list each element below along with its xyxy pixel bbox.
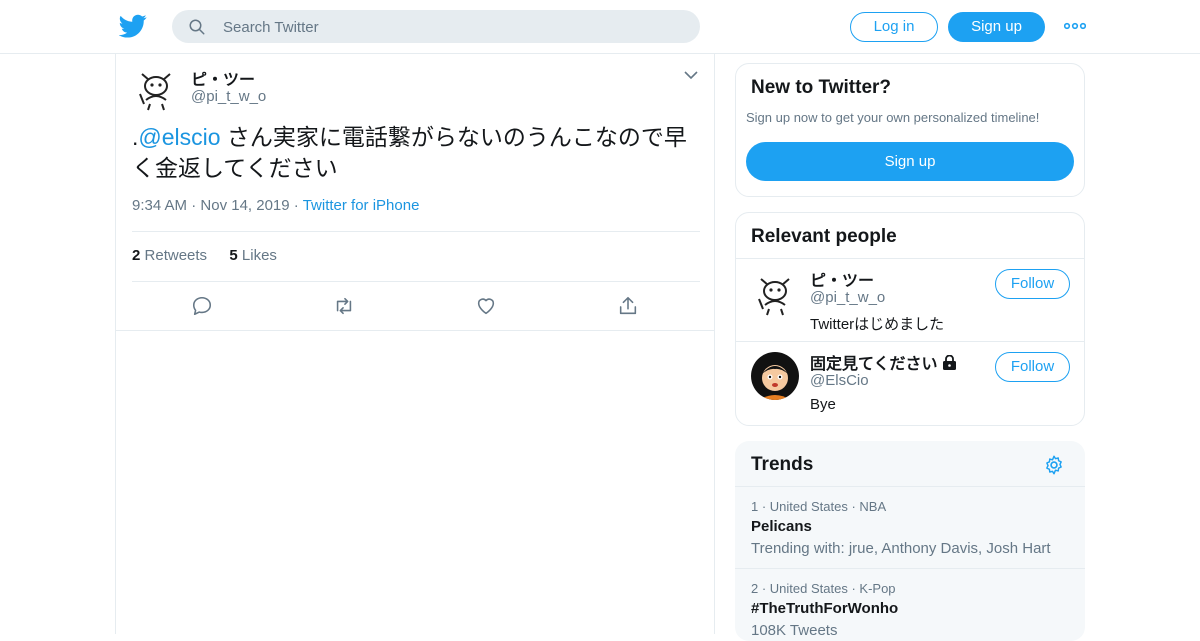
- login-button[interactable]: Log in: [850, 12, 938, 42]
- divider: [132, 231, 700, 232]
- more-dots-icon[interactable]: [1064, 18, 1086, 34]
- person-name-text: 固定見てください: [810, 356, 938, 373]
- meta-separator: ·: [293, 197, 303, 214]
- trend-name[interactable]: #TheTruthForWonho: [751, 600, 898, 617]
- trend-location: United States: [769, 499, 848, 514]
- card-title: Relevant people: [751, 226, 897, 247]
- avatar[interactable]: [751, 269, 799, 317]
- search-icon: [189, 19, 205, 35]
- avatar[interactable]: [751, 352, 799, 400]
- tweet-time[interactable]: 9:34 AM: [132, 197, 187, 214]
- follow-button[interactable]: Follow: [995, 269, 1070, 299]
- gear-icon[interactable]: [1043, 454, 1065, 476]
- tweet-stats: 2 Retweets 5 Likes: [132, 247, 277, 264]
- trend-item[interactable]: 2 · United States · K-Pop #TheTruthForWo…: [735, 568, 1085, 641]
- avatar[interactable]: [132, 64, 180, 112]
- like-label: Likes: [241, 247, 277, 264]
- tweet-meta: 9:34 AM · Nov 14, 2019 · Twitter for iPh…: [132, 197, 419, 214]
- trend-name[interactable]: Pelicans: [751, 518, 812, 535]
- heart-icon[interactable]: [475, 295, 497, 317]
- card-title: New to Twitter?: [751, 77, 892, 98]
- like-count: 5: [229, 247, 238, 264]
- person-name[interactable]: ピ・ツー: [810, 267, 874, 291]
- tweet-date[interactable]: Nov 14, 2019: [200, 197, 289, 214]
- person-name[interactable]: 固定見てください: [810, 350, 957, 374]
- reply-icon[interactable]: [191, 295, 213, 317]
- person-bio: Twitterはじめました: [810, 316, 945, 333]
- divider: [116, 330, 714, 331]
- trend-item[interactable]: 1 · United States · NBA Pelicans Trendin…: [735, 486, 1085, 568]
- tweet-author-name[interactable]: ピ・ツー: [191, 66, 255, 90]
- person-bio: Bye: [810, 396, 836, 413]
- trend-description: 108K Tweets: [751, 622, 838, 639]
- tweet-text: .@elscio さん実家に電話繋がらないのうんこなので早く金返してください: [132, 122, 702, 184]
- divider: [132, 281, 700, 282]
- meta-separator: ·: [191, 197, 201, 214]
- trends-card: Trends 1 · United States · NBA Pelicans …: [735, 441, 1085, 641]
- card-subtitle: Sign up now to get your own personalized…: [746, 110, 1040, 125]
- cartoon-avatar-icon: [751, 352, 799, 400]
- top-bar: Search Twitter Log in Sign up: [0, 0, 1200, 54]
- trend-category: NBA: [859, 499, 887, 514]
- trend-category: K-Pop: [859, 581, 896, 596]
- retweet-count: 2: [132, 247, 141, 264]
- like-stat[interactable]: 5 Likes: [229, 247, 277, 264]
- retweet-label: Retweets: [144, 247, 208, 264]
- trend-meta: 1 · United States · NBA: [751, 499, 887, 514]
- search-placeholder[interactable]: Search Twitter: [223, 19, 319, 36]
- lock-icon: [942, 354, 956, 370]
- relevant-people-card: Relevant people ピ・ツー @pi_t_w_o Twitterはじ…: [735, 212, 1085, 426]
- mention-link[interactable]: @elscio: [138, 124, 220, 150]
- trend-description: Trending with: jrue, Anthony Davis, Josh…: [751, 540, 1051, 557]
- trend-meta: 2 · United States · K-Pop: [751, 581, 896, 596]
- doodle-avatar-icon: [751, 269, 799, 317]
- trend-rank: 1: [751, 499, 759, 514]
- person-item[interactable]: ピ・ツー @pi_t_w_o Twitterはじめました Follow: [736, 258, 1084, 342]
- person-handle[interactable]: @pi_t_w_o: [810, 289, 885, 306]
- doodle-avatar-icon: [132, 64, 180, 112]
- person-item[interactable]: 固定見てください @ElsCio Bye Follow: [736, 341, 1084, 425]
- share-icon[interactable]: [617, 295, 639, 317]
- twitter-bird-icon[interactable]: [119, 12, 147, 40]
- trend-rank: 2: [751, 581, 759, 596]
- tweet-author-handle[interactable]: @pi_t_w_o: [191, 88, 266, 105]
- chevron-down-icon[interactable]: [684, 70, 698, 80]
- sidebar-signup-button[interactable]: Sign up: [746, 142, 1074, 181]
- person-handle[interactable]: @ElsCio: [810, 372, 869, 389]
- tweet-source-link[interactable]: Twitter for iPhone: [303, 197, 420, 214]
- new-to-twitter-card: New to Twitter? Sign up now to get your …: [735, 63, 1085, 197]
- search-box[interactable]: Search Twitter: [172, 10, 700, 43]
- retweet-stat[interactable]: 2 Retweets: [132, 247, 207, 264]
- retweet-icon[interactable]: [333, 295, 355, 317]
- tweet-actions: [132, 295, 700, 317]
- signup-button[interactable]: Sign up: [948, 12, 1045, 42]
- tweet-column: ピ・ツー @pi_t_w_o .@elscio さん実家に電話繋がらないのうんこ…: [115, 54, 715, 634]
- follow-button[interactable]: Follow: [995, 352, 1070, 382]
- card-title: Trends: [751, 454, 814, 475]
- trend-location: United States: [769, 581, 848, 596]
